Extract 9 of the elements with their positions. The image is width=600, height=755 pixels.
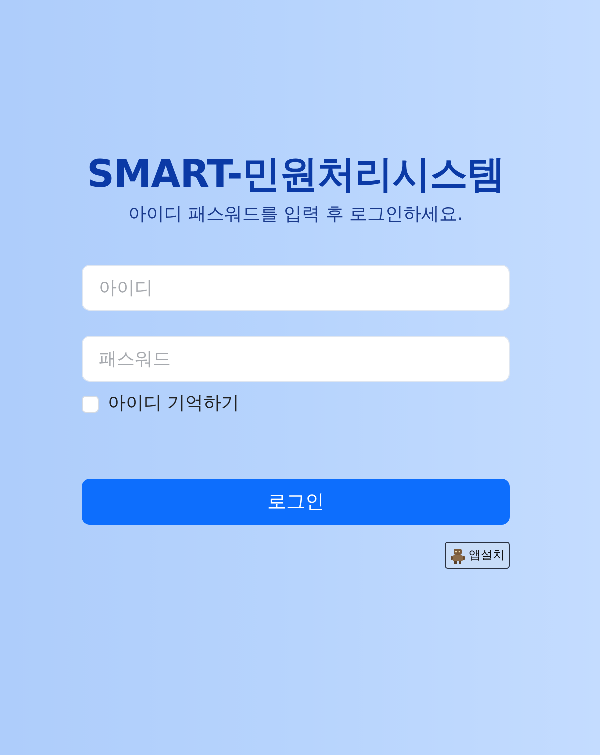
checkbox[interactable] xyxy=(82,396,99,412)
input-field[interactable]: 패스워드 xyxy=(82,336,510,382)
robot-icon xyxy=(451,548,465,564)
app-install-button[interactable]: 앱설치 xyxy=(445,542,510,569)
input-field[interactable]: 아이디 xyxy=(82,265,510,311)
checkbox-label[interactable]: 아이디 기억하기 xyxy=(108,392,240,416)
login-instruction: 아이디 패스워드를 입력 후 로그인하세요. xyxy=(128,203,464,227)
login-button[interactable]: 로그인 xyxy=(82,479,510,525)
page-title: SMART-민원처리시스템 xyxy=(86,151,506,198)
